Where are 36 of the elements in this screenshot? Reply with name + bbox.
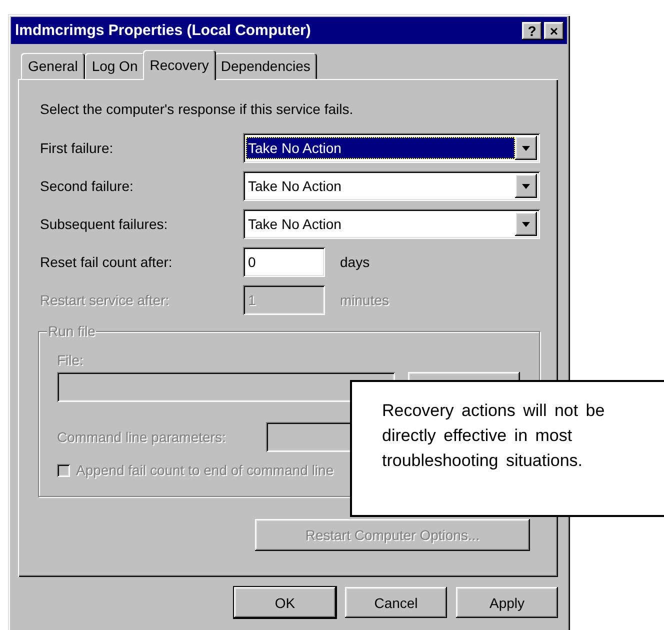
- callout-text: Recovery actions will not be directly effective in most troubleshooting situations.: [382, 400, 606, 472]
- field-label: First failure:: [40, 140, 114, 156]
- field-label: Restart service after:: [40, 292, 170, 308]
- instruction-text: Select the computer's response if this service fails.: [40, 101, 354, 117]
- dropdown-value: Take No Action: [246, 137, 515, 159]
- dropdown-button[interactable]: [515, 174, 537, 198]
- checkbox-label: Append fail count to end of command line: [76, 462, 334, 478]
- dialog-button[interactable]: Cancel: [345, 587, 447, 618]
- action-dropdown[interactable]: Take No Action: [243, 171, 540, 201]
- group-title: Run file: [47, 323, 96, 339]
- dropdown-value: Take No Action: [247, 215, 342, 234]
- action-dropdown[interactable]: Take No Action: [243, 133, 540, 163]
- window-title: lmdmcrimgs Properties (Local Computer): [15, 22, 312, 39]
- field-label: Reset fail count after:: [40, 254, 174, 270]
- dropdown-value: Take No Action: [247, 177, 342, 196]
- dropdown-arrow-icon: [522, 184, 530, 188]
- field-label: File:: [57, 352, 84, 368]
- close-button[interactable]: ×: [544, 22, 564, 40]
- field-label: Command line parameters:: [57, 429, 226, 445]
- dialog-button[interactable]: Apply: [456, 587, 558, 618]
- field-label: Subsequent failures:: [40, 216, 169, 232]
- dropdown-arrow-icon: [522, 146, 530, 150]
- dropdown-button[interactable]: [515, 136, 537, 160]
- action-dropdown[interactable]: Take No Action: [243, 209, 540, 239]
- dialog-button[interactable]: OK: [234, 587, 336, 618]
- number-field[interactable]: 0: [243, 247, 325, 277]
- field-label: Second failure:: [40, 178, 134, 194]
- dropdown-button[interactable]: [515, 212, 537, 236]
- tab[interactable]: Dependencies: [214, 53, 318, 79]
- help-button[interactable]: ?: [522, 22, 542, 40]
- tab[interactable]: General: [21, 53, 85, 79]
- tab[interactable]: Log On: [84, 53, 145, 79]
- dropdown-arrow-icon: [522, 222, 530, 226]
- tab[interactable]: Recovery: [142, 50, 216, 80]
- unit-label: minutes: [340, 292, 390, 308]
- unit-label: days: [340, 254, 370, 270]
